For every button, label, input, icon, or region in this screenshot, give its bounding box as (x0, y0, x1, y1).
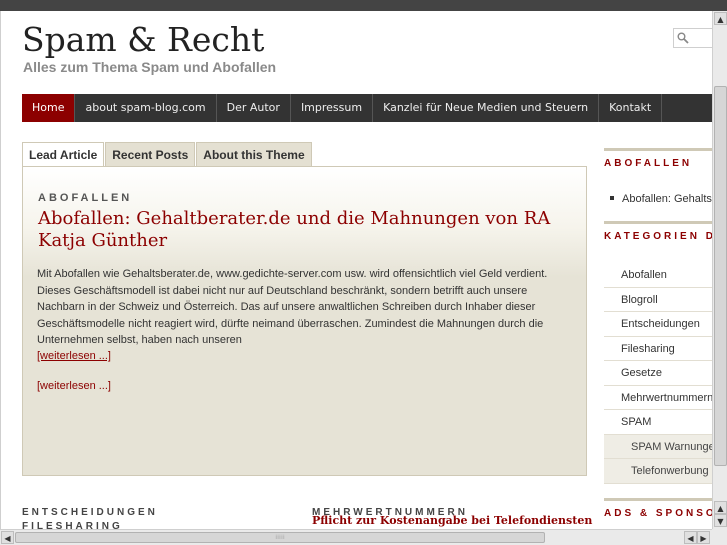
arrow-right-icon[interactable]: ▶ (697, 531, 710, 544)
search-input[interactable] (673, 28, 712, 48)
post-link-kostenangabe[interactable]: Pflicht zur Kostenangabe bei Telefondien… (312, 514, 592, 527)
category-item-entscheidungen[interactable]: Entscheidungen (604, 312, 712, 337)
sidebar-abofallen-item-label: Abofallen: Gehaltsberater.de (622, 193, 712, 205)
category-item-telefonwerbung[interactable]: Telefonwerbung (604, 459, 712, 484)
section-heading-filesharing: FILESHARING (22, 521, 123, 529)
category-item-mehrwertnummern[interactable]: Mehrwertnummern (604, 386, 712, 410)
nav-item-home[interactable]: Home (22, 94, 76, 122)
article-excerpt: Mit Abofallen wie Gehaltsberater.de, www… (37, 268, 548, 346)
nav-item-law-firm[interactable]: Kanzlei für Neue Medien und Steuern (373, 94, 600, 122)
section-heading-entscheidungen: ENTSCHEIDUNGEN (22, 507, 158, 518)
search-icon (677, 32, 689, 44)
nav-item-author[interactable]: Der Autor (217, 94, 291, 122)
bullet-square-icon (610, 196, 614, 201)
vertical-scroll-thumb[interactable] (714, 86, 727, 466)
main-navigation: Home about spam-blog.com Der Autor Impre… (22, 94, 712, 122)
nav-item-contact[interactable]: Kontakt (599, 94, 663, 122)
category-item-spam[interactable]: SPAM (604, 410, 712, 435)
vertical-scrollbar[interactable]: ▲ ▲ ▼ (712, 11, 727, 529)
horizontal-scroll-thumb[interactable]: ⁞⁞⁞⁞⁞ (15, 532, 545, 543)
sidebar-heading-ads: ADS & SPONSORS (604, 498, 712, 522)
category-item-blogroll[interactable]: Blogroll (604, 288, 712, 312)
arrow-left-icon[interactable]: ◀ (1, 531, 14, 544)
horizontal-scrollbar[interactable]: ◀ ⁞⁞⁞⁞⁞ ◀ ▶ (0, 529, 712, 545)
page-viewport: Spam & Recht Alles zum Thema Spam und Ab… (0, 11, 712, 529)
content-tabs: Lead Article Recent Posts About this The… (22, 142, 313, 167)
sidebar-heading-categories: KATEGORIEN DES BLOGS (604, 221, 712, 245)
arrow-left-icon[interactable]: ◀ (684, 531, 697, 544)
article-title[interactable]: Abofallen: Gehaltberater.de und die Mahn… (38, 208, 573, 252)
arrow-up-icon[interactable]: ▲ (714, 12, 727, 25)
article-category[interactable]: ABOFALLEN (38, 192, 132, 204)
tab-recent-posts[interactable]: Recent Posts (105, 142, 196, 167)
site-title[interactable]: Spam & Recht (22, 20, 264, 59)
category-list: Abofallen Blogroll Entscheidungen Filesh… (604, 263, 712, 484)
category-item-gesetze[interactable]: Gesetze (604, 361, 712, 386)
read-more-link[interactable]: [weiterlesen ...] (37, 350, 111, 362)
window-top-strip (0, 0, 727, 11)
arrow-up-icon[interactable]: ▲ (714, 501, 727, 514)
read-more-link-secondary[interactable]: [weiterlesen ...] (37, 380, 111, 392)
category-item-spam-warnungen[interactable]: SPAM Warnungen (604, 434, 712, 459)
tab-about-theme[interactable]: About this Theme (196, 142, 312, 167)
category-item-filesharing[interactable]: Filesharing (604, 337, 712, 361)
sidebar: ABOFALLEN Abofallen: Gehaltsberater.de K… (604, 140, 712, 529)
scrollbar-corner (712, 529, 727, 545)
nav-item-about[interactable]: about spam-blog.com (75, 94, 217, 122)
lead-article-panel: ABOFALLEN Abofallen: Gehaltberater.de un… (22, 166, 587, 476)
category-item-abofallen[interactable]: Abofallen (604, 263, 712, 288)
site-description: Alles zum Thema Spam und Abofallen (23, 59, 277, 75)
sidebar-heading-abofallen: ABOFALLEN (604, 148, 712, 172)
nav-item-imprint[interactable]: Impressum (291, 94, 374, 122)
tab-lead-article[interactable]: Lead Article (22, 142, 105, 167)
arrow-down-icon[interactable]: ▼ (714, 514, 727, 527)
sidebar-abofallen-item[interactable]: Abofallen: Gehaltsberater.de (610, 193, 712, 205)
